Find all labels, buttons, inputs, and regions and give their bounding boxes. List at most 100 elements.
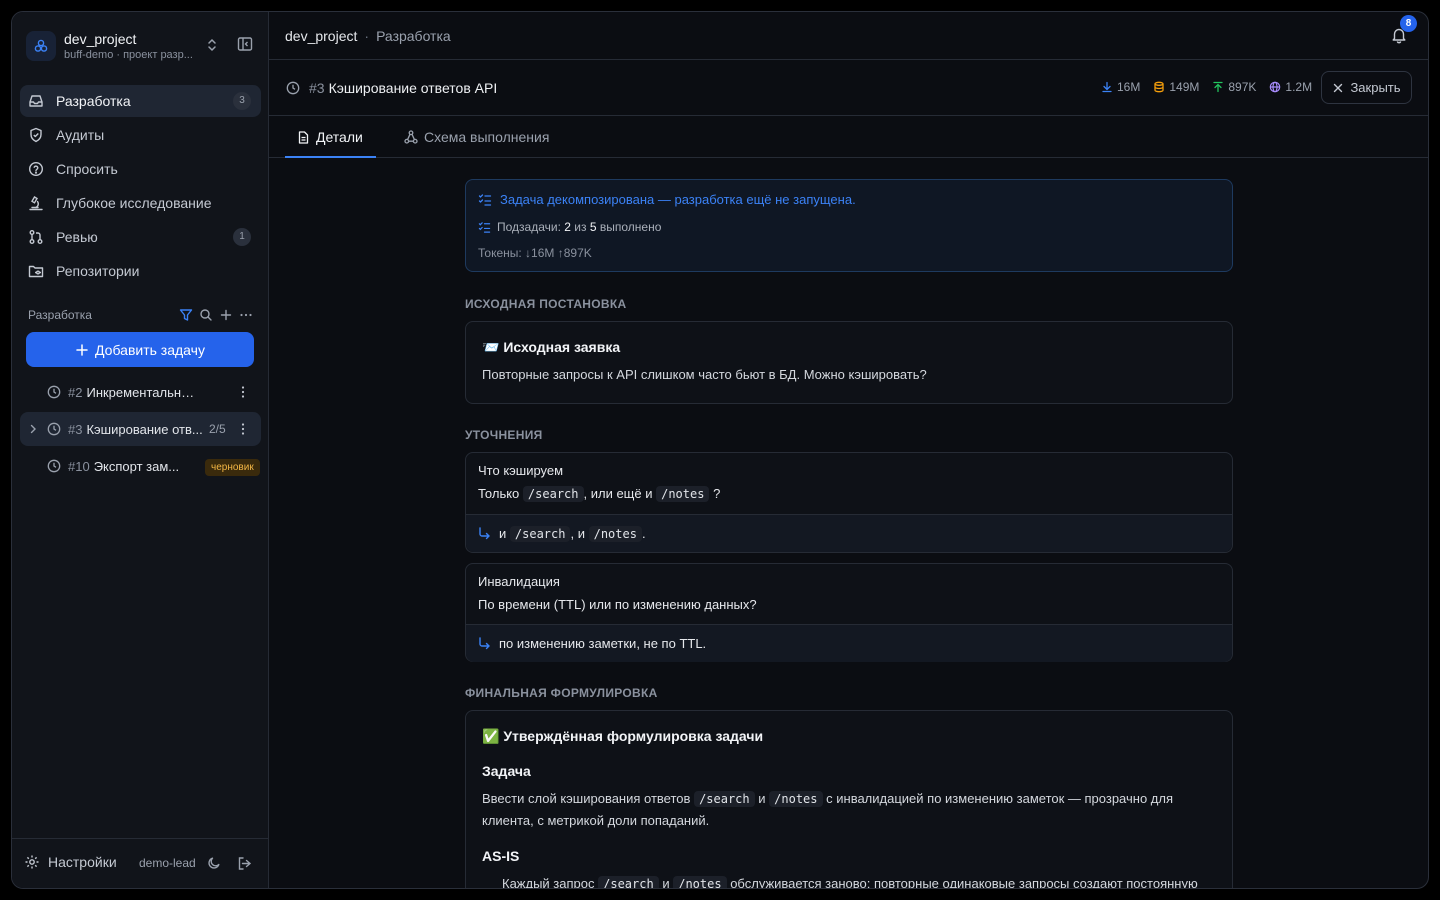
workflow-icon	[404, 130, 418, 144]
arrow-down-to-line-icon	[1102, 81, 1112, 93]
nav-label: Ревью	[56, 229, 98, 245]
sidebar-footer: Настройки demo-lead	[12, 838, 269, 888]
notice-headline: Задача декомпозирована — разработка ещё …	[478, 192, 856, 207]
clock-icon	[47, 385, 61, 399]
task-item-3[interactable]: #3 Кэширование отв... 2/5	[20, 412, 261, 446]
task-description: Ввести слой кэширования ответов /search …	[482, 791, 1174, 828]
logout-icon[interactable]	[237, 856, 252, 871]
tokens-down-stat: 16M	[1101, 80, 1140, 94]
file-text-icon	[298, 130, 309, 144]
clarification-question: Что кэшируем Только /search, или ещё и /…	[466, 453, 1232, 514]
main-panel: dev_project · Разработка 8 #3 Кэширование…	[269, 12, 1428, 888]
nav-label: Разработка	[56, 93, 131, 109]
plus-icon[interactable]	[219, 308, 233, 322]
nav-item-repositories[interactable]: Репозитории	[20, 255, 261, 287]
nav-item-deep-research[interactable]: Глубокое исследование	[20, 187, 261, 219]
task-tabs: Детали Схема выполнения	[269, 116, 1428, 158]
clarification-card: Что кэшируем Только /search, или ещё и /…	[465, 452, 1233, 553]
user-name: demo-lead	[139, 856, 196, 870]
notification-count-badge: 8	[1400, 15, 1417, 32]
question-title: Инвалидация	[478, 574, 560, 589]
breadcrumb-separator: ·	[364, 27, 370, 44]
corner-down-right-icon	[479, 527, 490, 540]
task-heading: Задача	[482, 763, 531, 779]
clarification-card: Инвалидация По времени (TTL) или по изме…	[465, 563, 1233, 662]
tab-label: Детали	[316, 129, 363, 145]
task-title: #3 Кэширование отв...	[68, 422, 203, 437]
more-horizontal-icon[interactable]	[239, 308, 253, 322]
nav-item-audits[interactable]: Аудиты	[20, 119, 261, 151]
nav-item-development[interactable]: Разработка 3	[20, 85, 261, 117]
more-vertical-icon[interactable]	[236, 385, 250, 399]
draft-badge: черновик	[205, 459, 260, 476]
clarification-answer: и /search, и /notes.	[466, 514, 1232, 552]
task-title: #10 Экспорт зам...	[68, 459, 180, 474]
section-final-label: Финальная формулировка	[465, 686, 658, 700]
more-vertical-icon[interactable]	[236, 422, 250, 436]
original-request-card: 📨 Исходная заявка Повторные запросы к AP…	[465, 321, 1233, 404]
settings-button[interactable]: Настройки	[24, 854, 117, 870]
shield-icon	[30, 127, 42, 143]
search-icon[interactable]	[199, 308, 213, 322]
clock-icon	[47, 422, 61, 436]
section-original-label: Исходная постановка	[465, 297, 627, 311]
folder-git-icon	[28, 265, 44, 278]
settings-label: Настройки	[48, 854, 117, 870]
nav-item-ask[interactable]: Спросить	[20, 153, 261, 185]
list-checks-icon	[478, 193, 492, 206]
question-title: Что кэшируем	[478, 463, 564, 478]
sidebar: dev_project buff-demo · проект разр... Р…	[12, 12, 269, 888]
sidebar-collapse-icon[interactable]	[237, 36, 253, 55]
question-text: Только /search, или ещё и /notes ?	[478, 486, 721, 502]
original-request-text: Повторные запросы к API слишком часто бь…	[482, 367, 927, 382]
moon-icon[interactable]	[207, 856, 221, 870]
globe-icon	[1270, 81, 1281, 93]
tab-execution-flow[interactable]: Схема выполнения	[404, 116, 549, 158]
task-header: #3 Кэширование ответов API 16M 149M 897K …	[269, 60, 1428, 116]
details-content: Задача декомпозирована — разработка ещё …	[465, 179, 1233, 888]
status-notice: Задача декомпозирована — разработка ещё …	[465, 179, 1233, 272]
microscope-icon	[29, 196, 43, 211]
tokens-summary: Токены: ↓16M ↑897K	[478, 246, 592, 260]
help-circle-icon	[28, 161, 44, 177]
asis-heading: AS-IS	[482, 848, 520, 864]
tab-details[interactable]: Детали	[297, 116, 363, 158]
task-title: #2Инкрементальная и...	[68, 385, 200, 400]
corner-down-right-icon	[479, 637, 490, 650]
tasks-section-header: Разработка	[28, 305, 253, 325]
project-switcher[interactable]: dev_project buff-demo · проект разр...	[26, 26, 261, 66]
breadcrumb-section[interactable]: Разработка	[376, 28, 451, 44]
original-request-title: 📨 Исходная заявка	[482, 339, 621, 355]
project-subtitle: buff-demo · проект разр...	[64, 48, 193, 61]
breadcrumb: dev_project · Разработка 8	[269, 12, 1428, 60]
add-task-label: Добавить задачу	[95, 341, 205, 358]
breadcrumb-project[interactable]: dev_project	[285, 28, 357, 44]
close-icon	[1334, 83, 1343, 92]
nav-count-badge: 1	[233, 228, 251, 246]
nav-count-badge: 3	[233, 92, 251, 110]
close-label: Закрыть	[1350, 80, 1401, 95]
task-item-2[interactable]: #2Инкрементальная и...	[20, 375, 261, 409]
clarification-question: Инвалидация По времени (TTL) или по изме…	[466, 564, 1232, 624]
asis-bullet: Каждый запрос /search и /notes обслужива…	[482, 873, 1216, 888]
project-logo-icon	[26, 31, 56, 61]
tokens-up-stat: 897K	[1212, 80, 1256, 94]
active-tab-indicator	[285, 156, 376, 158]
clarification-answer: по изменению заметки, не по TTL.	[466, 624, 1232, 662]
subtasks-progress: Подзадачи: 2 из 5 выполнено	[478, 220, 661, 234]
filter-icon[interactable]	[179, 308, 193, 322]
clock-icon	[286, 81, 300, 95]
token-stats: 16M 149M 897K 1.2M	[1101, 80, 1312, 94]
chevrons-up-down-icon[interactable]	[206, 37, 218, 56]
task-item-10[interactable]: #10 Экспорт зам... черновик	[20, 449, 261, 483]
tab-label: Схема выполнения	[424, 129, 550, 145]
tasks-section-title: Разработка	[28, 308, 92, 322]
chevron-right-icon[interactable]	[28, 424, 38, 434]
task-list: #2Инкрементальная и... #3Кэширование отв…	[20, 375, 261, 486]
nav-item-review[interactable]: Ревью 1	[20, 221, 261, 253]
project-name: dev_project	[64, 30, 137, 47]
add-task-button[interactable]: Добавить задачу	[26, 332, 254, 367]
plus-icon	[76, 343, 88, 356]
close-button[interactable]: Закрыть	[1321, 71, 1412, 104]
list-checks-icon	[478, 221, 491, 233]
